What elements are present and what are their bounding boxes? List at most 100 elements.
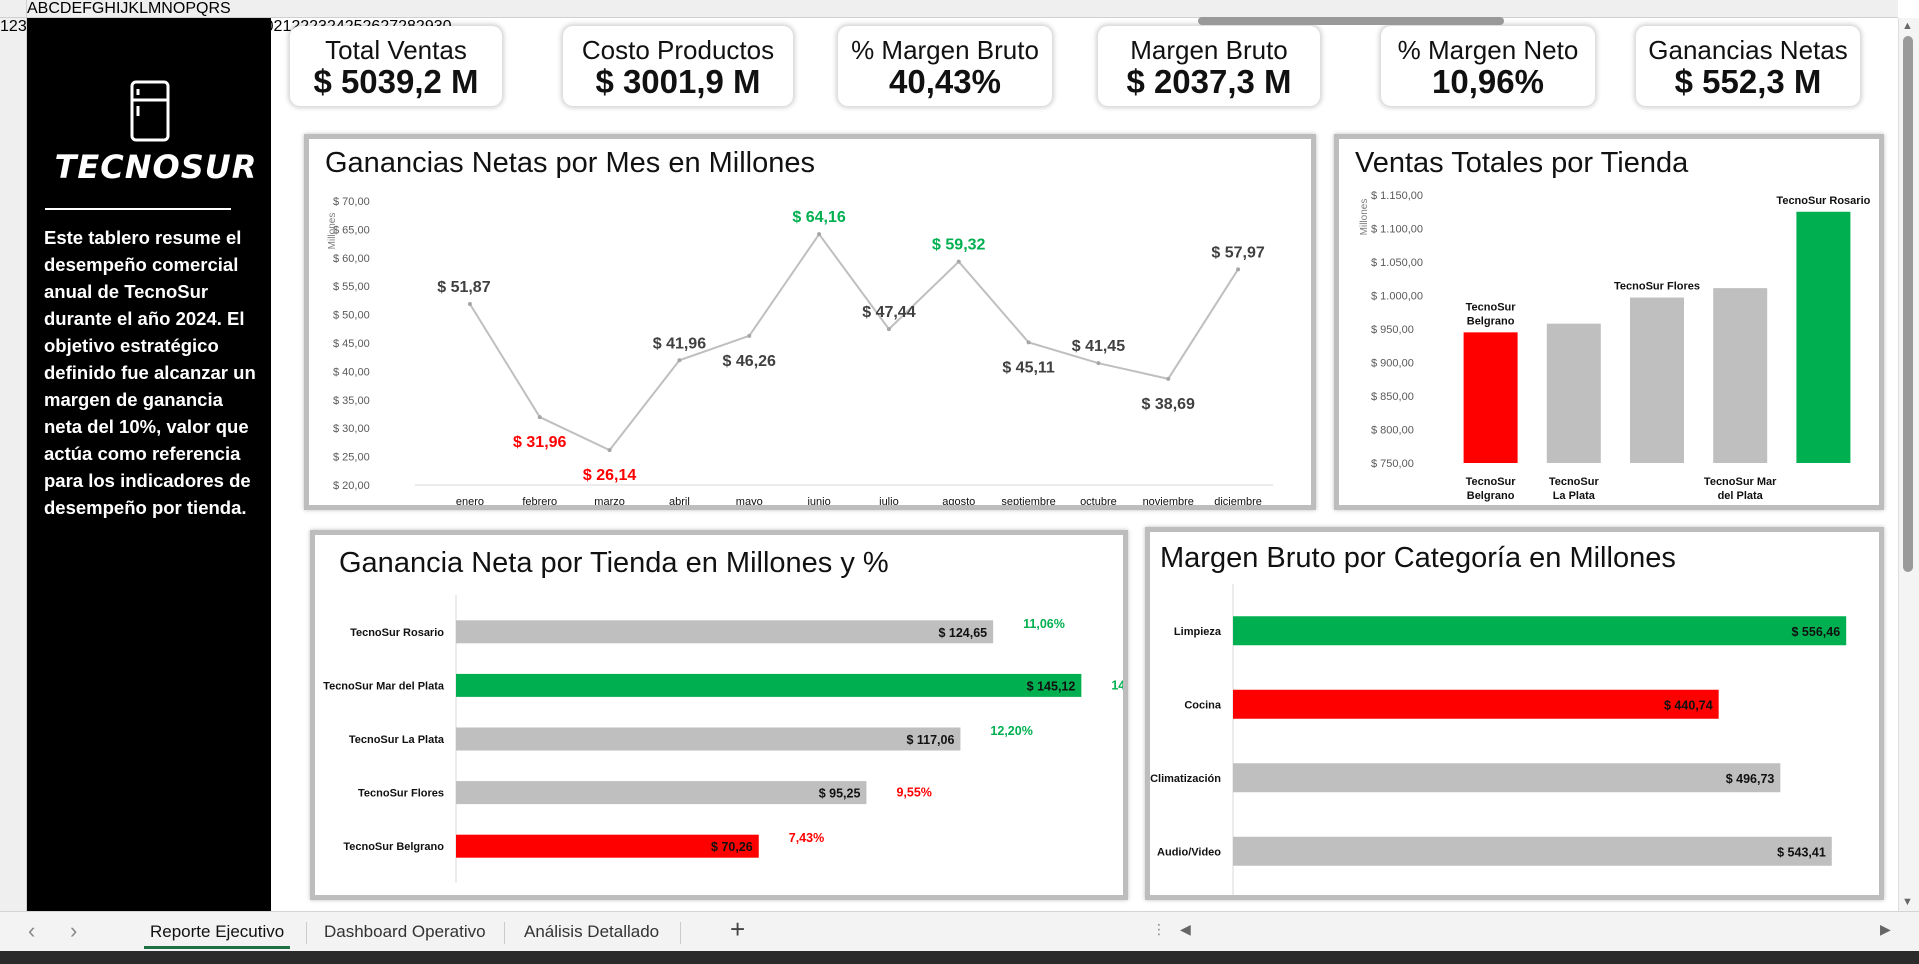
column-header: P bbox=[185, 0, 196, 17]
data-label: $ 64,16 bbox=[792, 209, 845, 226]
tab-splitter-icon[interactable]: ⋮ bbox=[1152, 921, 1166, 938]
y-axis-label: Millones bbox=[1359, 199, 1370, 236]
label-line: TecnoSur Mar bbox=[1704, 476, 1777, 488]
column-header: F bbox=[82, 0, 92, 17]
bar bbox=[456, 620, 994, 644]
kpi-value: $ 552,3 M bbox=[1674, 63, 1822, 100]
scroll-up-icon[interactable]: ▲ bbox=[1902, 20, 1913, 32]
category-label: Limpieza bbox=[1174, 626, 1222, 638]
column-header: E bbox=[71, 0, 83, 17]
category-label: TecnoSur La Plata bbox=[1549, 476, 1600, 502]
data-label: $ 124,65 bbox=[938, 626, 987, 640]
sheet-tab-bar: ‹ › Reporte Ejecutivo Dashboard Operativ… bbox=[0, 911, 1919, 951]
column-header: Q bbox=[195, 0, 209, 17]
data-label: $ 45,11 bbox=[1002, 359, 1055, 376]
horizontal-scroll-thumb[interactable] bbox=[1198, 17, 1504, 25]
data-label: $ 543,41 bbox=[1777, 845, 1826, 859]
data-label: $ 41,45 bbox=[1072, 338, 1125, 355]
y-tick-label: $ 25,00 bbox=[333, 452, 370, 464]
kpi-costo-productos: Costo Productos $ 3001,9 M bbox=[563, 26, 793, 106]
tab-analisis-detallado[interactable]: Análisis Detallado bbox=[518, 918, 665, 946]
y-tick-label: $ 850,00 bbox=[1371, 391, 1414, 403]
x-tick-label: octubre bbox=[1080, 496, 1117, 505]
bar bbox=[456, 727, 961, 751]
scroll-right-icon[interactable]: ▶ bbox=[1880, 921, 1891, 938]
column-header: L bbox=[139, 0, 148, 17]
percent-label: 11,06% bbox=[1023, 617, 1065, 631]
prev-sheet-icon[interactable]: ‹ bbox=[28, 918, 35, 944]
taskbar-strip bbox=[0, 951, 1919, 964]
x-tick-label: julio bbox=[878, 496, 899, 505]
bar bbox=[1233, 836, 1832, 866]
data-label: $ 70,26 bbox=[711, 840, 753, 854]
data-label: $ 46,26 bbox=[723, 353, 776, 370]
kpi-value: $ 3001,9 M bbox=[595, 63, 761, 100]
horizontal-scrollbar[interactable] bbox=[1182, 925, 1892, 939]
kpi-label: Margen Bruto bbox=[1130, 35, 1288, 65]
x-tick-label: septiembre bbox=[1001, 496, 1055, 505]
kpi-total-ventas: Total Ventas $ 5039,2 M bbox=[290, 26, 502, 106]
data-label: $ 95,25 bbox=[819, 787, 861, 801]
dashboard-description: Este tablero resume el desempeño comerci… bbox=[44, 227, 256, 518]
label-line: del Plata bbox=[1718, 490, 1764, 502]
label-line: La Plata bbox=[1553, 490, 1596, 502]
row-headers: 1234567891011121314151617181920212223242… bbox=[0, 18, 452, 911]
kpi-value: 40,43% bbox=[889, 63, 1001, 100]
chart-ganancia-tienda[interactable]: Ganancia Neta por Tienda en Millones y %… bbox=[310, 530, 1128, 900]
category-label: TecnoSur Mar del Plata bbox=[323, 680, 445, 692]
tab-divider bbox=[680, 922, 681, 944]
category-label: Audio/Video bbox=[1157, 846, 1221, 858]
category-label: TecnoSur Belgrano bbox=[1466, 301, 1517, 327]
row-header: 1 bbox=[0, 18, 9, 35]
tab-reporte-ejecutivo[interactable]: Reporte Ejecutivo bbox=[144, 918, 291, 949]
column-header: O bbox=[172, 0, 186, 17]
x-tick-label: diciembre bbox=[1214, 496, 1262, 505]
bar bbox=[1233, 689, 1719, 719]
chart-margen-categoria[interactable]: Margen Bruto por Categoría en Millones L… bbox=[1145, 527, 1884, 900]
percent-label: 12,20% bbox=[990, 724, 1032, 738]
category-label: TecnoSur Mar del Plata bbox=[1704, 476, 1777, 502]
data-label: $ 41,96 bbox=[653, 335, 706, 352]
x-tick-label: noviembre bbox=[1143, 496, 1194, 505]
vertical-scroll-thumb[interactable] bbox=[1903, 36, 1913, 572]
next-sheet-icon[interactable]: › bbox=[70, 918, 77, 944]
percent-label: 7,43% bbox=[789, 831, 824, 845]
data-label: $ 51,87 bbox=[437, 279, 490, 296]
y-tick-label: $ 55,00 bbox=[333, 281, 370, 293]
y-axis-label: Millones bbox=[327, 213, 338, 250]
data-point bbox=[886, 327, 891, 332]
data-point bbox=[747, 333, 752, 338]
y-tick-label: $ 60,00 bbox=[333, 253, 370, 265]
bar bbox=[456, 673, 1082, 697]
category-label: Climatización bbox=[1150, 773, 1221, 785]
bar bbox=[456, 781, 867, 805]
data-label: $ 440,74 bbox=[1664, 698, 1713, 712]
bar bbox=[1233, 763, 1781, 793]
column-header: A bbox=[27, 0, 38, 17]
label-line: Belgrano bbox=[1467, 315, 1515, 327]
column-header: M bbox=[147, 0, 162, 17]
select-all-corner[interactable] bbox=[0, 0, 27, 18]
y-tick-label: $ 50,00 bbox=[333, 310, 370, 322]
column-header: C bbox=[48, 0, 60, 17]
data-label: $ 38,69 bbox=[1142, 396, 1195, 413]
y-tick-label: $ 65,00 bbox=[333, 224, 370, 236]
tab-dashboard-operativo[interactable]: Dashboard Operativo bbox=[318, 918, 492, 946]
y-tick-label: $ 70,00 bbox=[333, 196, 370, 208]
column-header: K bbox=[128, 0, 140, 17]
bar bbox=[1630, 297, 1684, 463]
chart-ganancias-mes[interactable]: Ganancias Netas por Mes en Millones $ 20… bbox=[304, 134, 1316, 510]
tab-divider bbox=[504, 922, 505, 944]
x-tick-label: abril bbox=[669, 496, 690, 505]
data-point bbox=[956, 259, 961, 264]
add-sheet-button[interactable]: + bbox=[730, 914, 745, 945]
x-tick-label: enero bbox=[456, 496, 484, 505]
brand-logo: TECNOSUR bbox=[54, 148, 258, 186]
chart-ventas-tienda[interactable]: Ventas Totales por Tienda $ 750,00 $ 800,… bbox=[1334, 134, 1884, 510]
kpi-label: Total Ventas bbox=[325, 35, 467, 65]
scroll-down-icon[interactable]: ▼ bbox=[1902, 896, 1913, 908]
data-point bbox=[1236, 267, 1241, 272]
data-point bbox=[607, 448, 612, 453]
x-tick-label: febrero bbox=[522, 496, 557, 505]
data-label: $ 59,32 bbox=[932, 237, 985, 254]
